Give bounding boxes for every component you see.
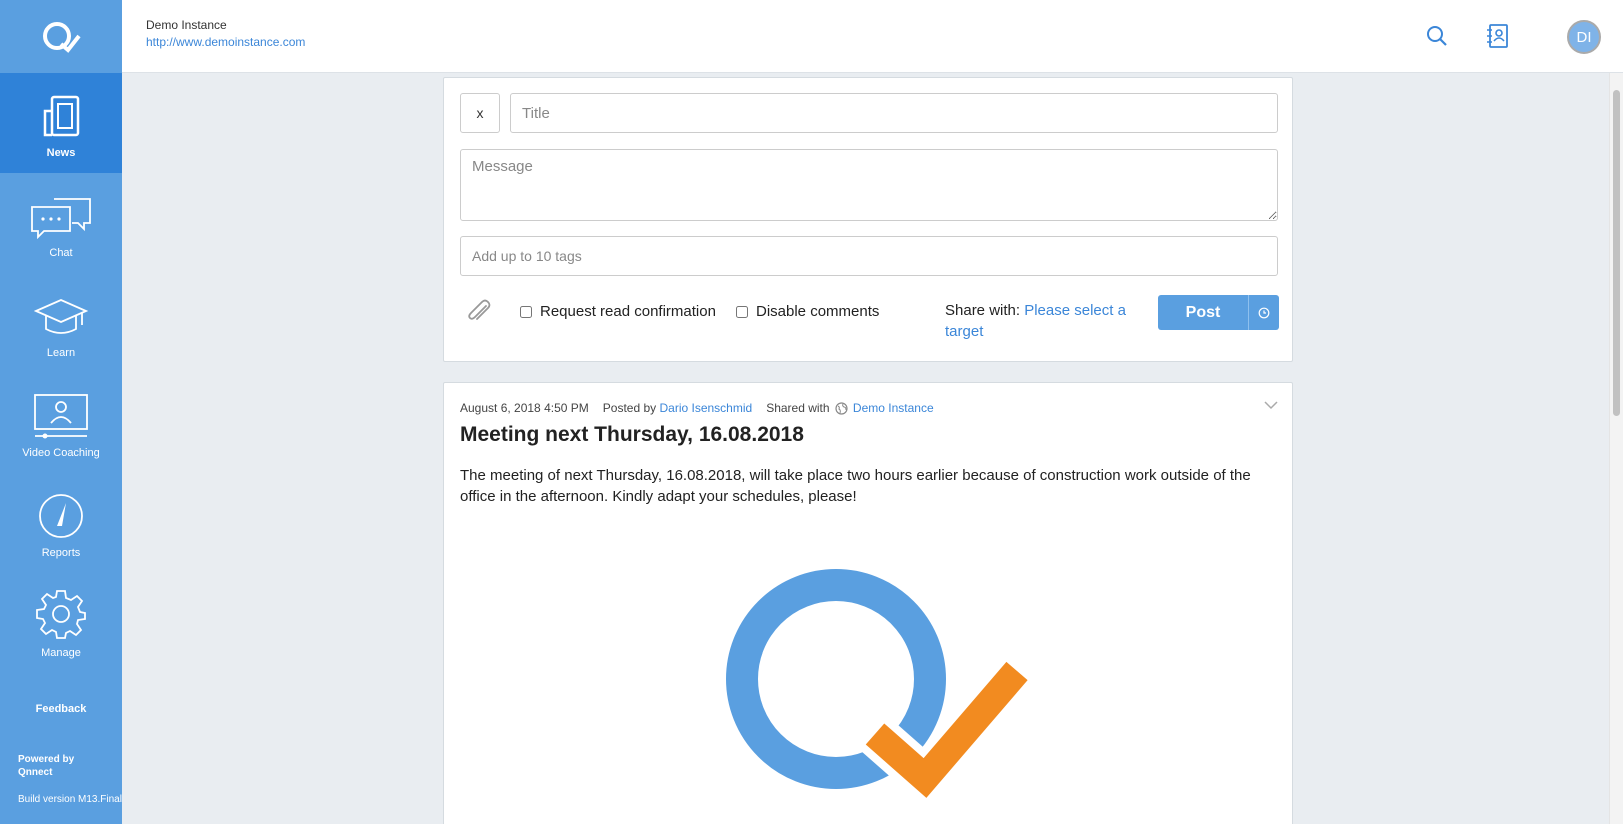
news-icon	[43, 95, 80, 137]
attach-button[interactable]	[466, 298, 494, 326]
shared-target-link[interactable]: Demo Instance	[853, 401, 934, 415]
nav-label: Video Coaching	[22, 447, 100, 459]
read-confirmation-option[interactable]: Request read confirmation	[520, 303, 716, 320]
contacts-book-icon	[1487, 24, 1508, 48]
user-avatar[interactable]: DI	[1567, 20, 1601, 54]
feedback-link[interactable]: Feedback	[0, 703, 122, 715]
nav-label: Reports	[41, 547, 81, 559]
powered-by: Powered by Qnnect	[18, 753, 74, 779]
message-input[interactable]	[460, 149, 1278, 221]
schedule-post-button[interactable]	[1248, 295, 1279, 330]
gear-icon	[36, 590, 86, 639]
news-post: August 6, 2018 4:50 PM Posted by Dario I…	[443, 382, 1293, 824]
nav-label: Chat	[49, 247, 73, 259]
top-header: Demo Instance http://www.demoinstance.co…	[122, 0, 1623, 73]
nav-item-video-coaching[interactable]: Video Coaching	[0, 373, 122, 473]
post-date: August 6, 2018 4:50 PM	[460, 401, 589, 415]
post-options-toggle[interactable]	[1264, 397, 1278, 415]
shared-with-label: Shared with	[766, 401, 830, 415]
build-version: Build version M13.Final	[18, 794, 122, 805]
tags-input[interactable]	[460, 236, 1278, 276]
close-composer-button[interactable]: x	[460, 93, 500, 133]
powered-by-brand: Qnnect	[18, 767, 53, 778]
contacts-button[interactable]	[1483, 22, 1511, 50]
globe-icon	[835, 401, 848, 415]
disable-comments-option[interactable]: Disable comments	[736, 303, 879, 320]
nav-item-news[interactable]: News	[0, 73, 122, 173]
posted-by-label: Posted by	[602, 401, 657, 415]
read-confirmation-label: Request read confirmation	[540, 303, 716, 320]
post-meta: August 6, 2018 4:50 PM Posted by Dario I…	[460, 401, 934, 415]
instance-url-link[interactable]: http://www.demoinstance.com	[146, 35, 305, 49]
qnnect-logo-icon	[43, 21, 81, 53]
instance-name: Demo Instance	[146, 18, 227, 32]
nav-item-chat[interactable]: Chat	[0, 173, 122, 273]
title-input[interactable]	[510, 93, 1278, 133]
chat-icon	[31, 198, 91, 239]
graduation-cap-icon	[34, 299, 88, 334]
powered-by-label: Powered by	[18, 754, 75, 765]
post-composer: x Request read confirmation Disable comm…	[443, 77, 1293, 362]
nav-item-manage[interactable]: Manage	[0, 573, 122, 673]
nav-item-reports[interactable]: Reports	[0, 473, 122, 573]
search-icon	[1427, 26, 1447, 46]
post-title: Meeting next Thursday, 16.08.2018	[460, 423, 804, 446]
post-button[interactable]: Post	[1158, 295, 1248, 330]
app-logo[interactable]	[0, 0, 122, 73]
read-confirmation-checkbox[interactable]	[520, 305, 532, 318]
page-scrollbar-thumb[interactable]	[1613, 90, 1620, 416]
nav-label: Manage	[41, 647, 81, 659]
search-button[interactable]	[1423, 22, 1451, 50]
post-body: The meeting of next Thursday, 16.08.2018…	[460, 467, 1251, 505]
nav-label: News	[46, 147, 76, 159]
gauge-icon	[39, 494, 83, 538]
share-with: Share with: Please select a target	[945, 300, 1145, 342]
chevron-down-icon	[1264, 401, 1278, 410]
share-with-label: Share with:	[945, 302, 1021, 319]
nav-label: Learn	[46, 347, 76, 359]
post-image-qnnect-logo	[726, 569, 1034, 810]
disable-comments-checkbox[interactable]	[736, 305, 748, 318]
disable-comments-label: Disable comments	[756, 303, 880, 320]
author-link[interactable]: Dario Isenschmid	[659, 401, 752, 415]
paperclip-icon	[468, 299, 491, 320]
video-coaching-icon	[34, 394, 88, 439]
sidebar: News Chat Learn Video Coaching Reports M…	[0, 0, 122, 824]
nav-item-learn[interactable]: Learn	[0, 273, 122, 373]
clock-icon	[1258, 307, 1270, 318]
